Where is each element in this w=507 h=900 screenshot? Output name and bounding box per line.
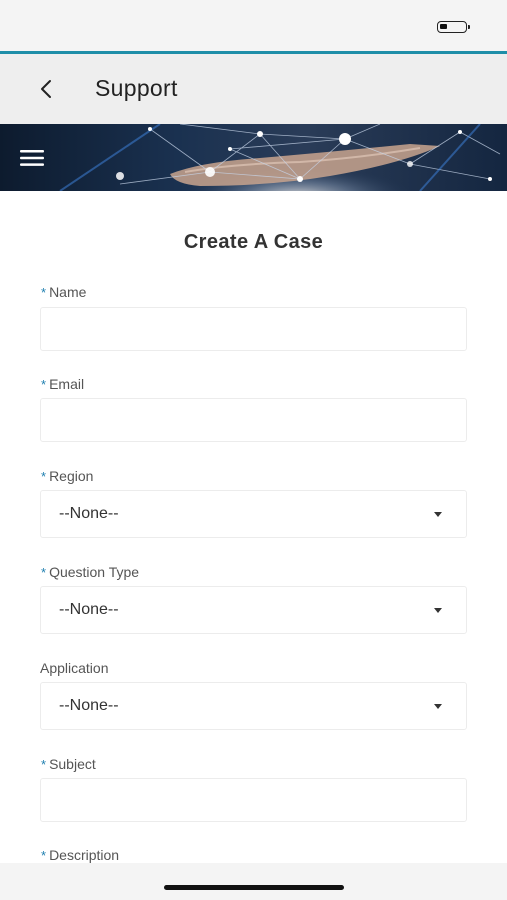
region-select[interactable]: --None-- [40, 490, 467, 538]
header-banner-image [0, 124, 507, 191]
caret-down-icon [434, 704, 442, 709]
region-selected-value: --None-- [59, 505, 119, 522]
chevron-left-icon [41, 80, 51, 98]
application-select[interactable]: --None-- [40, 682, 467, 730]
subject-input[interactable] [40, 778, 467, 822]
name-input[interactable] [40, 307, 467, 351]
email-input[interactable] [40, 398, 467, 442]
form-title: Create A Case [183, 231, 324, 253]
name-label: * Name [41, 284, 87, 300]
navigation-bar: Support [0, 54, 507, 124]
required-marker: * [41, 285, 47, 300]
description-label: * Description [41, 847, 120, 863]
required-marker: * [41, 848, 47, 863]
hamburger-menu-icon [20, 150, 44, 166]
region-label: * Region [41, 468, 94, 484]
back-button[interactable] [32, 74, 62, 104]
application-selected-value: --None-- [59, 697, 119, 714]
application-label: Application [40, 660, 109, 676]
home-indicator[interactable] [164, 885, 344, 890]
battery-icon [437, 21, 470, 33]
caret-down-icon [434, 512, 442, 517]
required-marker: * [41, 565, 47, 580]
menu-button[interactable] [20, 150, 44, 166]
required-marker: * [41, 377, 47, 392]
email-label: * Email [41, 376, 85, 392]
case-form: Create A Case * Name * Email * Region --Non… [0, 191, 507, 863]
screen: Support Create A Case * Name * Email * R… [0, 0, 507, 900]
bottom-bar [0, 863, 507, 900]
question-type-label: * Question Type [41, 564, 140, 580]
required-marker: * [41, 757, 47, 772]
caret-down-icon [434, 608, 442, 613]
status-bar [0, 0, 507, 52]
subject-label: * Subject [41, 756, 96, 772]
page-title: Support [95, 75, 178, 101]
required-marker: * [41, 469, 47, 484]
network-hand-illustration [0, 124, 507, 191]
question-type-selected-value: --None-- [59, 601, 119, 618]
question-type-select[interactable]: --None-- [40, 586, 467, 634]
